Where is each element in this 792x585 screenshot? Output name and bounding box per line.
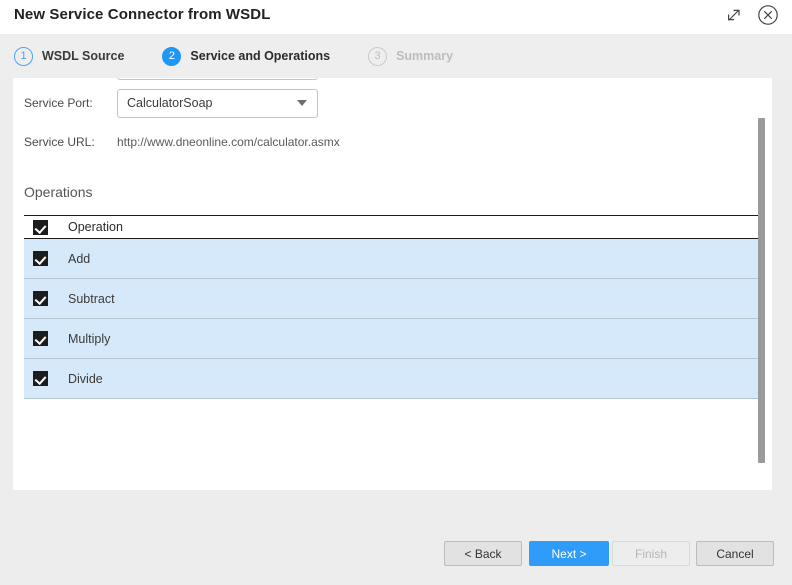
step-2-number: 2 [162,46,182,66]
scrollbar-thumb[interactable] [758,118,765,463]
operations-table-header: Operation [24,215,760,239]
step-3-label: Summary [396,49,454,63]
service-url-value: http://www.dneonline.com/calculator.asmx [117,135,340,149]
service-port-label: Service Port: [24,96,93,110]
table-row[interactable]: Add [24,239,760,279]
row-checkbox-cell [24,291,64,306]
table-row[interactable]: Divide [24,359,760,399]
chevron-down-icon [297,100,307,106]
back-button[interactable]: < Back [444,541,522,566]
close-circle-icon[interactable] [756,3,780,27]
operation-name: Divide [68,371,103,386]
row-checkbox-cell [24,251,64,266]
operation-name: Add [68,251,91,266]
dialog-footer: < Back Next > Finish Cancel [0,536,792,585]
table-row[interactable]: Subtract [24,279,760,319]
service-port-value: CalculatorSoap [127,96,213,110]
step-1-label: WSDL Source [42,49,125,63]
cancel-button[interactable]: Cancel [696,541,774,566]
header-checkbox-cell [24,219,64,235]
operation-checkbox-divide[interactable] [33,371,48,386]
step-service-and-operations[interactable]: 2 Service and Operations [162,46,331,66]
operations-table: Operation Add Subtract Multiply Divide [24,215,760,399]
step-2-label: Service and Operations [190,49,331,63]
row-checkbox-cell [24,331,64,346]
step-1-number: 1 [14,46,33,66]
wizard-steps: 1 WSDL Source 2 Service and Operations 3… [14,34,491,78]
column-header-operation: Operation [68,220,123,234]
operation-checkbox-subtract[interactable] [33,291,48,306]
select-all-checkbox[interactable] [33,219,48,235]
step-wsdl-source[interactable]: 1 WSDL Source [14,46,125,66]
clipped-field-above [117,78,318,80]
step-summary: 3 Summary [368,46,454,66]
operations-section-title: Operations [24,184,93,200]
next-button[interactable]: Next > [529,541,609,566]
wizard-content-panel: Service Port: CalculatorSoap Service URL… [13,78,772,490]
window-title: New Service Connector from WSDL [14,6,271,23]
service-url-label: Service URL: [24,135,95,149]
operation-name: Subtract [68,291,115,306]
finish-button: Finish [612,541,690,566]
window-controls [722,3,780,27]
step-3-number: 3 [368,46,388,66]
row-checkbox-cell [24,371,64,386]
operation-name: Multiply [68,331,111,346]
content-scrollbar[interactable] [756,78,768,490]
window-title-bar: New Service Connector from WSDL [0,0,792,34]
operation-checkbox-multiply[interactable] [33,331,48,346]
service-port-select[interactable]: CalculatorSoap [117,88,318,118]
table-row[interactable]: Multiply [24,319,760,359]
wizard-step-bar: 1 WSDL Source 2 Service and Operations 3… [0,34,792,78]
operation-checkbox-add[interactable] [33,251,48,266]
expand-diagonal-icon[interactable] [722,3,746,27]
